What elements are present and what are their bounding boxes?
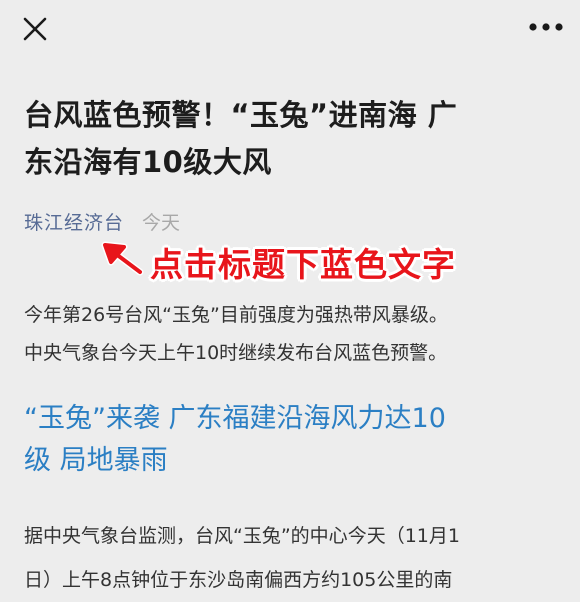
more-options-button[interactable] xyxy=(526,14,566,40)
close-icon xyxy=(23,17,47,41)
red-arrow-icon xyxy=(101,241,144,276)
body-paragraph: 据中央气象台监测，台风“玉兔”的中心今天（11月1 日）上午8点钟位于东沙岛南偏… xyxy=(24,514,569,602)
publish-date: 今天 xyxy=(142,212,181,234)
article-title-line: 东沿海有10级大风 xyxy=(24,145,272,179)
lead-line: 中央气象台今天上午10时继续发布台风蓝色预警。 xyxy=(24,342,448,364)
article-title: 台风蓝色预警！“玉兔”进南海 广 东沿海有10级大风 xyxy=(24,92,564,186)
account-name-link[interactable]: 珠江经济台 xyxy=(24,212,124,234)
body-line: 据中央气象台监测，台风“玉兔”的中心今天（11月1 xyxy=(24,525,460,547)
annotation-label: 点击标题下蓝色文字 xyxy=(150,245,456,284)
article-title-line: 台风蓝色预警！“玉兔”进南海 广 xyxy=(24,98,458,132)
section-heading: “玉兔”来袭 广东福建沿海风力达10 级 局地暴雨 xyxy=(24,398,564,482)
more-horizontal-icon xyxy=(529,23,563,31)
top-bar xyxy=(0,0,580,56)
lead-paragraph: 今年第26号台风“玉兔”目前强度为强热带风暴级。 中央气象台今天上午10时继续发… xyxy=(24,296,564,372)
section-heading-line: “玉兔”来袭 广东福建沿海风力达10 xyxy=(24,403,446,434)
body-line: 日）上午8点钟位于东沙岛南偏西方约105公里的南 xyxy=(24,569,453,591)
lead-line: 今年第26号台风“玉兔”目前强度为强热带风暴级。 xyxy=(24,304,448,326)
article-meta: 珠江经济台 今天 xyxy=(24,208,180,238)
section-heading-line: 级 局地暴雨 xyxy=(24,445,168,476)
close-button[interactable] xyxy=(18,12,52,46)
